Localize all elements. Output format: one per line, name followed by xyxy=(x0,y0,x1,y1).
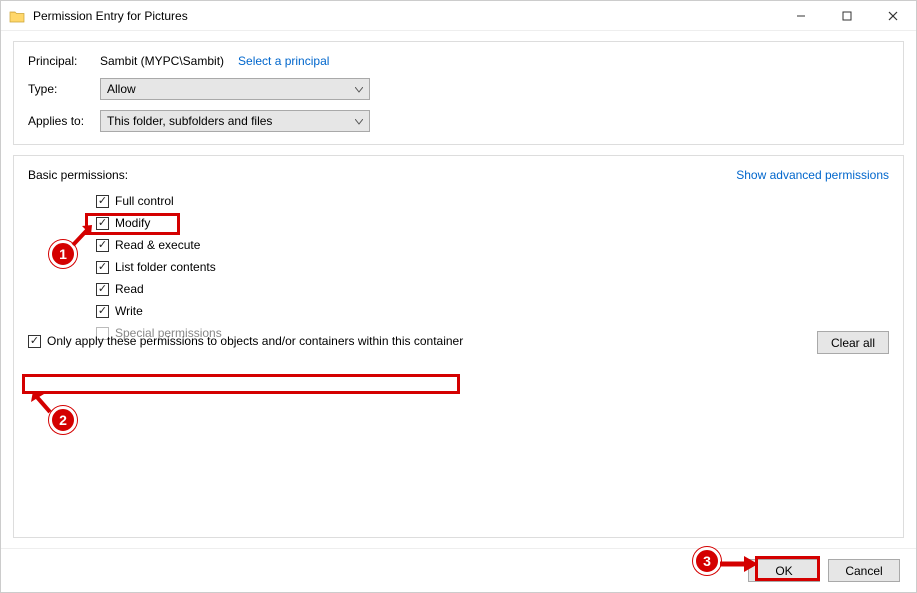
checkbox-full-control[interactable] xyxy=(96,195,109,208)
checkbox-write[interactable] xyxy=(96,305,109,318)
type-select[interactable]: Allow xyxy=(100,78,370,100)
checkbox-only-apply[interactable] xyxy=(28,335,41,348)
principal-value: Sambit (MYPC\Sambit) xyxy=(100,54,224,68)
cancel-button[interactable]: Cancel xyxy=(828,559,900,582)
label-read-execute: Read & execute xyxy=(115,238,200,252)
applies-select[interactable]: This folder, subfolders and files xyxy=(100,110,370,132)
label-full-control: Full control xyxy=(115,194,174,208)
select-principal-link[interactable]: Select a principal xyxy=(238,54,329,68)
show-advanced-permissions-link[interactable]: Show advanced permissions xyxy=(736,168,889,182)
basic-permissions-heading: Basic permissions: xyxy=(28,168,128,182)
chevron-down-icon xyxy=(355,82,363,96)
folder-icon xyxy=(9,9,25,23)
label-list-folder: List folder contents xyxy=(115,260,216,274)
type-select-value: Allow xyxy=(107,82,136,96)
permission-entry-window: Permission Entry for Pictures Principal:… xyxy=(0,0,917,593)
checkbox-modify[interactable] xyxy=(96,217,109,230)
close-button[interactable] xyxy=(870,1,916,30)
titlebar: Permission Entry for Pictures xyxy=(1,1,916,31)
applies-label: Applies to: xyxy=(28,114,100,128)
maximize-button[interactable] xyxy=(824,1,870,30)
clear-all-button[interactable]: Clear all xyxy=(817,331,889,354)
entry-details-panel: Principal: Sambit (MYPC\Sambit) Select a… xyxy=(13,41,904,145)
permissions-panel: Basic permissions: Show advanced permiss… xyxy=(13,155,904,538)
label-write: Write xyxy=(115,304,143,318)
checkbox-read[interactable] xyxy=(96,283,109,296)
checkbox-read-execute[interactable] xyxy=(96,239,109,252)
label-modify: Modify xyxy=(115,216,150,230)
dialog-footer: OK Cancel xyxy=(1,548,916,592)
window-title: Permission Entry for Pictures xyxy=(33,9,778,23)
ok-button[interactable]: OK xyxy=(748,559,820,582)
type-label: Type: xyxy=(28,82,100,96)
label-only-apply: Only apply these permissions to objects … xyxy=(47,334,463,348)
principal-label: Principal: xyxy=(28,54,100,68)
label-read: Read xyxy=(115,282,144,296)
chevron-down-icon xyxy=(355,114,363,128)
applies-select-value: This folder, subfolders and files xyxy=(107,114,272,128)
minimize-button[interactable] xyxy=(778,1,824,30)
checkbox-list-folder[interactable] xyxy=(96,261,109,274)
